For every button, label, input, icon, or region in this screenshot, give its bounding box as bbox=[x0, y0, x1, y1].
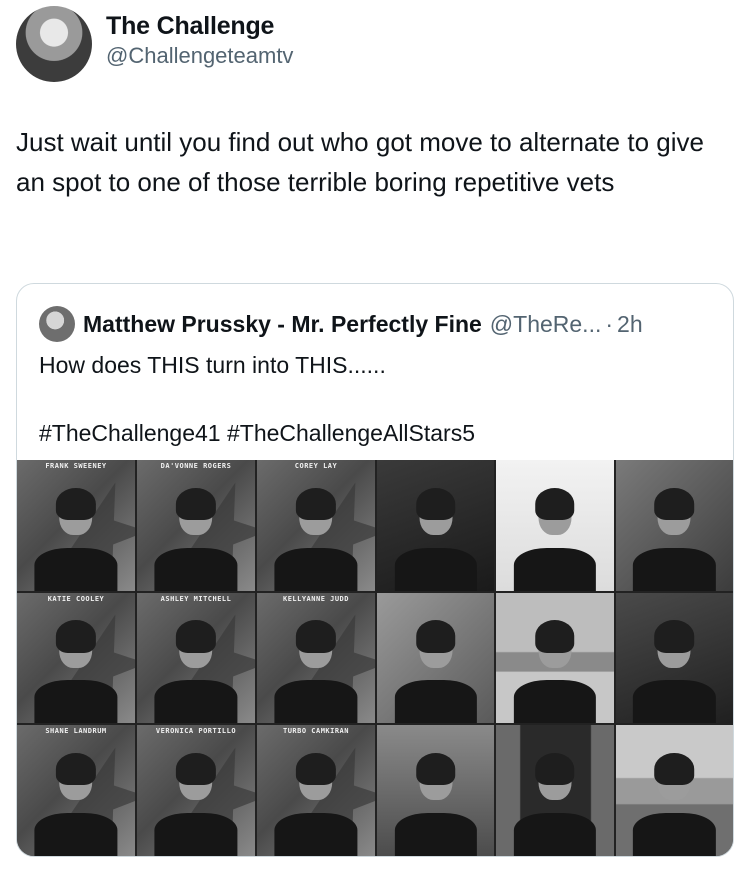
cast-name-label: VERONICA PORTILLO bbox=[155, 727, 237, 736]
candid-photos-image[interactable] bbox=[377, 460, 733, 856]
cast-promo-image[interactable]: FRANK SWEENEY DA'VONNE ROGERS COREY LAY … bbox=[17, 460, 377, 856]
cast-photo: DA'VONNE ROGERS bbox=[137, 460, 255, 591]
separator-dot: · bbox=[605, 310, 614, 337]
cast-photo: FRANK SWEENEY bbox=[17, 460, 135, 591]
candid-photo bbox=[615, 725, 733, 856]
candid-photo bbox=[615, 592, 733, 724]
quote-text: How does THIS turn into THIS...... bbox=[39, 352, 386, 378]
cast-photo: ASHLEY MITCHELL bbox=[137, 592, 255, 724]
cast-photo: SHANE LANDRUM bbox=[17, 725, 135, 856]
quote-tweet-card[interactable]: Matthew Prussky - Mr. Perfectly Fine @Th… bbox=[16, 283, 734, 857]
quote-hashtags[interactable]: #TheChallenge41 #TheChallengeAllStars5 bbox=[39, 416, 475, 450]
cast-name-label: TURBO CAMKIRAN bbox=[282, 727, 349, 736]
cast-name-label: COREY LAY bbox=[294, 462, 338, 470]
quote-author-avatar[interactable] bbox=[39, 306, 75, 342]
cast-photo: KATIE COOLEY bbox=[17, 592, 135, 724]
cast-name-label: FRANK SWEENEY bbox=[45, 462, 107, 470]
cast-name-label: ASHLEY MITCHELL bbox=[160, 594, 232, 603]
quote-header: Matthew Prussky - Mr. Perfectly Fine @Th… bbox=[39, 306, 643, 342]
quote-author-display-name[interactable]: Matthew Prussky - Mr. Perfectly Fine bbox=[83, 311, 482, 338]
cast-name-label: KELLYANNE JUDD bbox=[282, 594, 349, 603]
author-avatar[interactable] bbox=[16, 6, 92, 82]
tweet-text: Just wait until you find out who got mov… bbox=[16, 127, 704, 197]
cast-photo: COREY LAY bbox=[257, 460, 375, 591]
author-display-name[interactable]: The Challenge bbox=[106, 12, 293, 41]
quote-author-handle[interactable]: @TheRe... bbox=[490, 311, 602, 338]
cast-photo: VERONICA PORTILLO bbox=[137, 725, 255, 856]
cast-photo: TURBO CAMKIRAN bbox=[257, 725, 375, 856]
candid-photo bbox=[377, 725, 495, 856]
tweet-header: The Challenge @Challengeteamtv bbox=[16, 6, 293, 82]
author-names: The Challenge @Challengeteamtv bbox=[106, 12, 293, 69]
quote-timestamp[interactable]: 2h bbox=[617, 311, 643, 338]
cast-name-label: SHANE LANDRUM bbox=[45, 727, 107, 736]
cast-name-label: KATIE COOLEY bbox=[47, 594, 105, 603]
candid-photo bbox=[377, 592, 495, 724]
quote-body: How does THIS turn into THIS...... #TheC… bbox=[39, 348, 475, 450]
cast-name-label: DA'VONNE ROGERS bbox=[160, 462, 232, 470]
author-handle[interactable]: @Challengeteamtv bbox=[106, 43, 293, 69]
candid-photo bbox=[496, 460, 614, 591]
candid-photo bbox=[377, 460, 495, 591]
cast-photo: KELLYANNE JUDD bbox=[257, 592, 375, 724]
candid-photo bbox=[496, 725, 614, 856]
candid-photo bbox=[615, 460, 733, 591]
candid-photo bbox=[496, 592, 614, 724]
media-grid[interactable]: FRANK SWEENEY DA'VONNE ROGERS COREY LAY … bbox=[17, 460, 733, 856]
